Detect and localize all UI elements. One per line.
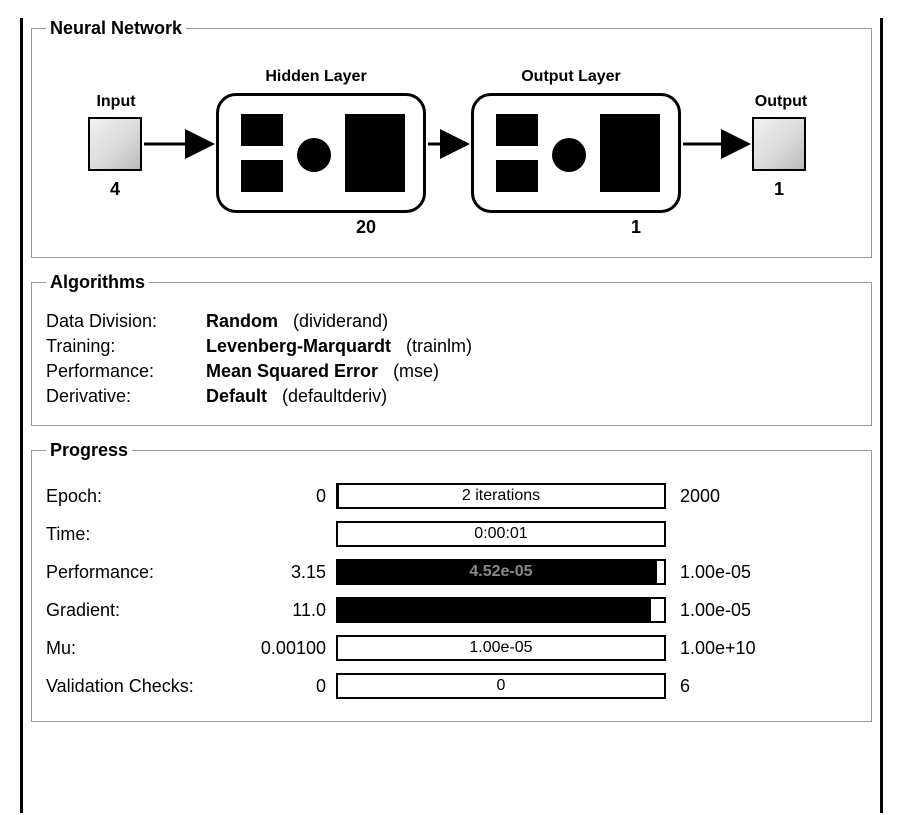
algorithms-legend: Algorithms: [46, 272, 149, 293]
progress-max: 6: [666, 676, 690, 697]
progress-row-time: Time: 0:00:01: [46, 517, 857, 551]
algo-val: Default (defaultderiv): [206, 386, 387, 407]
algo-row-performance: Performance: Mean Squared Error (mse): [46, 361, 857, 382]
progress-max: 1.00e+10: [666, 638, 756, 659]
connection-arrows: [46, 53, 846, 253]
algo-key: Training:: [46, 336, 206, 357]
algo-fn: (mse): [393, 361, 439, 381]
network-diagram: Input Hidden Layer Output Layer Output: [46, 53, 857, 243]
progress-max: 1.00e-05: [666, 562, 751, 583]
algo-key: Data Division:: [46, 311, 206, 332]
algo-fn: (dividerand): [293, 311, 388, 331]
algo-val: Levenberg-Marquardt (trainlm): [206, 336, 472, 357]
hidden-count: 20: [336, 217, 396, 238]
algo-name: Random: [206, 311, 278, 331]
neural-network-group: Neural Network Input Hidden Layer Output…: [31, 18, 872, 258]
progress-row-epoch: Epoch: 0 2 iterations 2000: [46, 479, 857, 513]
algo-key: Derivative:: [46, 386, 206, 407]
progress-bar: 2 iterations: [336, 483, 666, 509]
algo-name: Levenberg-Marquardt: [206, 336, 391, 356]
progress-group: Progress Epoch: 0 2 iterations 2000 Time…: [31, 440, 872, 722]
progress-max: 1.00e-05: [666, 600, 751, 621]
progress-min: 0: [246, 676, 336, 697]
algo-row-derivative: Derivative: Default (defaultderiv): [46, 386, 857, 407]
progress-label: Mu:: [46, 638, 246, 659]
progress-row-validation: Validation Checks: 0 0 6: [46, 669, 857, 703]
neural-network-legend: Neural Network: [46, 18, 186, 39]
progress-min: 11.0: [246, 600, 336, 621]
algo-key: Performance:: [46, 361, 206, 382]
progress-label: Performance:: [46, 562, 246, 583]
progress-bar: 0:00:01: [336, 521, 666, 547]
progress-text: [338, 599, 664, 621]
progress-label: Time:: [46, 524, 246, 545]
progress-min: 0: [246, 486, 336, 507]
progress-bar: 4.52e-05: [336, 559, 666, 585]
progress-bar: 0: [336, 673, 666, 699]
progress-label: Validation Checks:: [46, 676, 246, 697]
progress-legend: Progress: [46, 440, 132, 461]
progress-row-mu: Mu: 0.00100 1.00e-05 1.00e+10: [46, 631, 857, 665]
algo-row-data-division: Data Division: Random (dividerand): [46, 311, 857, 332]
progress-row-performance: Performance: 3.15 4.52e-05 1.00e-05: [46, 555, 857, 589]
progress-text: 0: [338, 675, 664, 697]
progress-min: 3.15: [246, 562, 336, 583]
progress-text: 2 iterations: [338, 485, 664, 507]
algo-name: Default: [206, 386, 267, 406]
algo-row-training: Training: Levenberg-Marquardt (trainlm): [46, 336, 857, 357]
algo-val: Mean Squared Error (mse): [206, 361, 439, 382]
output-layer-count: 1: [606, 217, 666, 238]
main-panel: Neural Network Input Hidden Layer Output…: [20, 18, 883, 813]
progress-min: 0.00100: [246, 638, 336, 659]
progress-label: Epoch:: [46, 486, 246, 507]
algo-name: Mean Squared Error: [206, 361, 378, 381]
progress-label: Gradient:: [46, 600, 246, 621]
input-count: 4: [88, 179, 142, 200]
algo-val: Random (dividerand): [206, 311, 388, 332]
algo-fn: (defaultderiv): [282, 386, 387, 406]
algorithms-group: Algorithms Data Division: Random (divide…: [31, 272, 872, 426]
progress-bar: 1.00e-05: [336, 635, 666, 661]
output-count: 1: [752, 179, 806, 200]
progress-text: 4.52e-05: [338, 561, 664, 583]
progress-bar: [336, 597, 666, 623]
progress-max: 2000: [666, 486, 720, 507]
progress-text: 0:00:01: [338, 523, 664, 545]
algo-fn: (trainlm): [406, 336, 472, 356]
progress-text: 1.00e-05: [338, 637, 664, 659]
progress-row-gradient: Gradient: 11.0 1.00e-05: [46, 593, 857, 627]
